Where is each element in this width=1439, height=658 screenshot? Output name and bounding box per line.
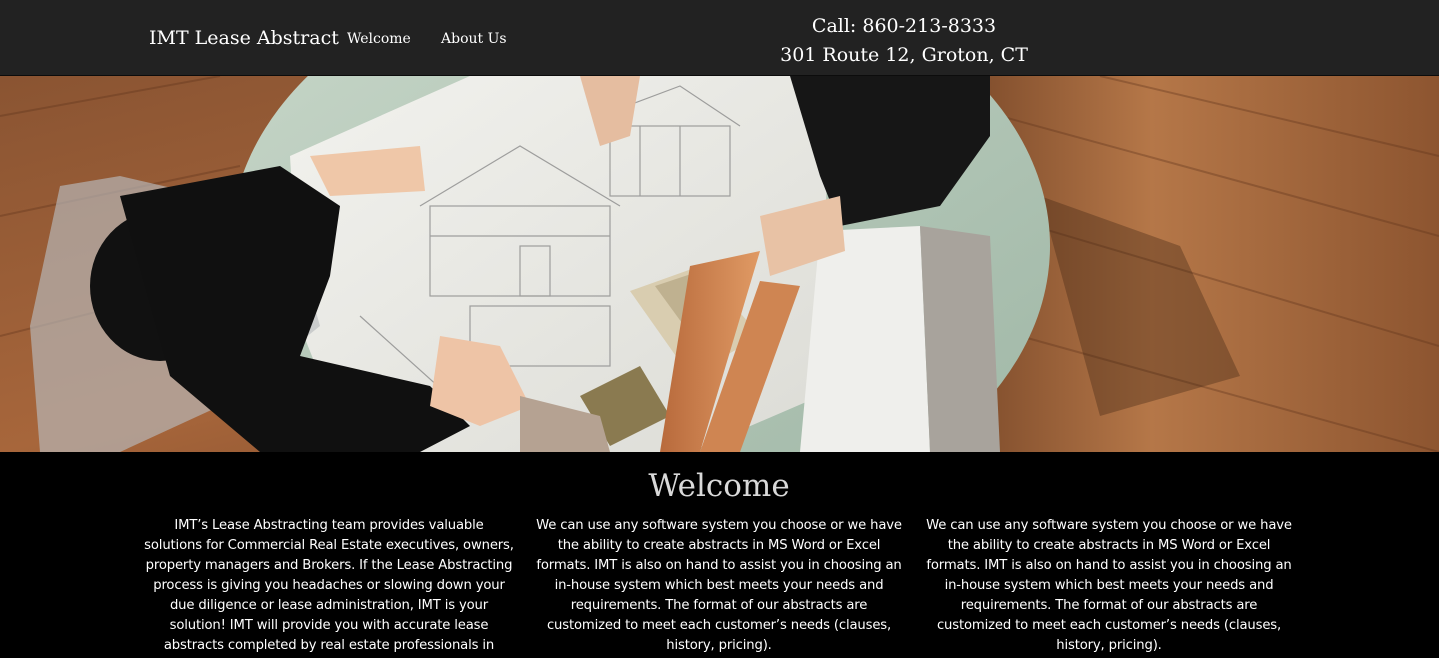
brand-logo-link[interactable]: IMT Lease Abstract: [149, 27, 339, 49]
welcome-column-1-text: IMT’s Lease Abstracting team provides va…: [144, 518, 514, 653]
contact-phone: Call: 860-213-8333: [811, 15, 997, 37]
welcome-column-3-text: We can use any software system you choos…: [926, 518, 1292, 653]
nav-link-about-us[interactable]: About Us: [441, 31, 507, 47]
welcome-column-2-text: We can use any software system you choos…: [536, 518, 902, 653]
contact-address: 301 Route 12, Groton, CT: [780, 44, 1028, 66]
section-title: Welcome: [648, 468, 790, 504]
hero-image: [0, 76, 1439, 452]
hero-photo-illustration: [0, 76, 1439, 452]
top-navbar: IMT Lease Abstract Welcome About Us Call…: [0, 0, 1439, 76]
nav-link-welcome[interactable]: Welcome: [347, 31, 411, 47]
welcome-section: Welcome IMT’s Lease Abstracting team pro…: [0, 452, 1439, 658]
